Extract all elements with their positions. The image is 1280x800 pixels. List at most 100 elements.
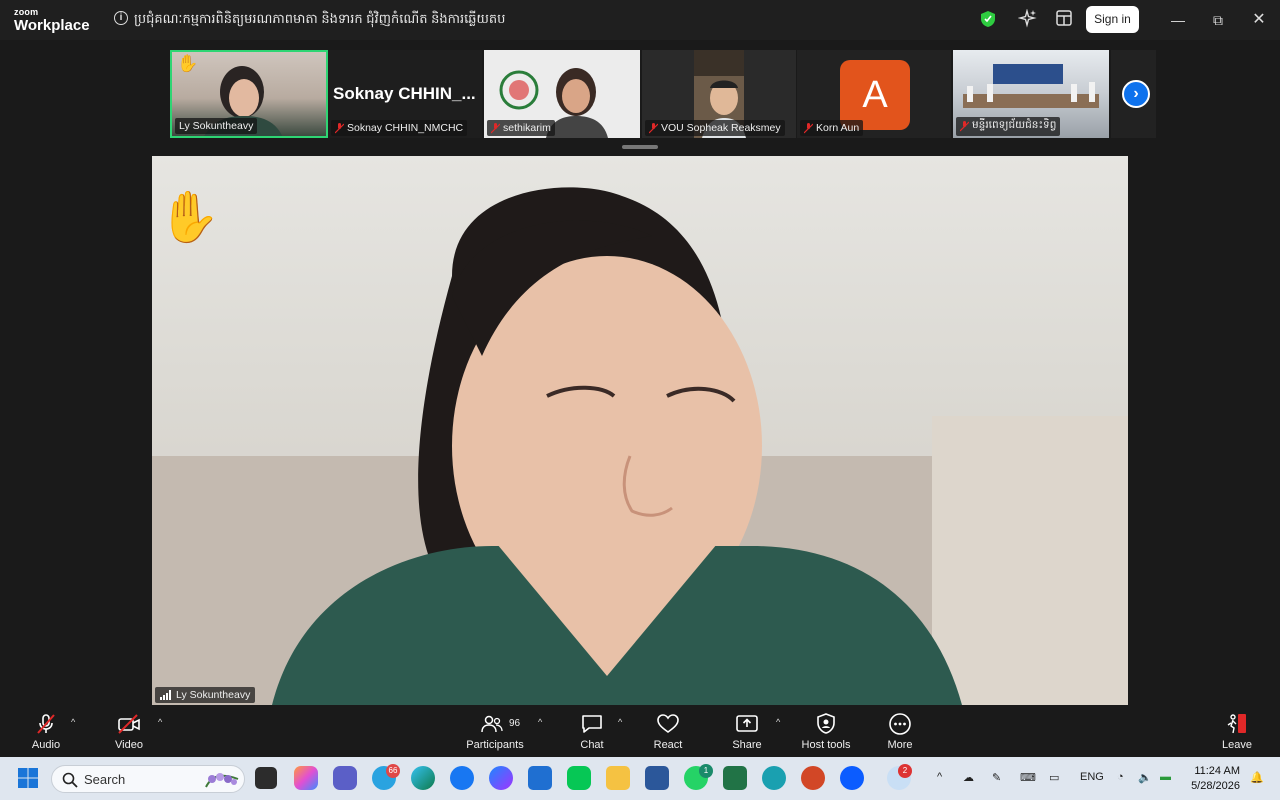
whatsapp-badge: 1: [699, 764, 713, 778]
share-options-caret[interactable]: ^: [776, 717, 780, 727]
clock-time: 11:24 AM: [1194, 765, 1240, 777]
taskbar-clock[interactable]: 11:24 AM 5/28/2026: [1188, 764, 1240, 794]
logo-big-text: Workplace: [14, 17, 90, 34]
edge-icon[interactable]: [411, 766, 435, 790]
chat-button[interactable]: Chat: [576, 712, 608, 751]
react-button[interactable]: React: [650, 712, 686, 751]
gallery-strip: ✋ Ly Sokuntheavy Soknay CHHIN_... Soknay…: [0, 40, 1280, 156]
copilot-icon[interactable]: [294, 766, 318, 790]
info-icon[interactable]: i: [114, 11, 128, 25]
video-button[interactable]: Video: [110, 712, 148, 751]
leave-button[interactable]: Leave: [1220, 712, 1254, 751]
mic-muted-icon: [491, 122, 500, 133]
line-icon[interactable]: [567, 766, 591, 790]
zoom-taskbar-icon[interactable]: [840, 766, 864, 790]
onedrive-icon[interactable]: ☁: [963, 771, 974, 784]
mic-muted-icon: [649, 122, 658, 133]
search-highlight-icon: [205, 773, 239, 788]
chat-icon: [582, 715, 602, 733]
volume-icon[interactable]: 🔈: [1138, 771, 1152, 784]
heart-icon: [657, 714, 679, 733]
participants-options-caret[interactable]: ^: [538, 717, 542, 727]
display-icon[interactable]: ▭: [1049, 771, 1059, 784]
meeting-toolbar: Audio ^ Video ^ 96 Participants ^ Chat ^: [0, 705, 1280, 757]
telegram-badge: 66: [386, 764, 400, 778]
participant-name-label: Korn Aun: [800, 120, 864, 136]
wifi-icon[interactable]: ◔: [1117, 771, 1124, 783]
mic-muted-icon: [804, 122, 813, 133]
taskbar-search-box[interactable]: Search: [51, 765, 245, 793]
share-screen-icon: [736, 715, 758, 732]
gallery-next-button[interactable]: ›: [1122, 80, 1150, 108]
shield-icon[interactable]: [980, 10, 996, 28]
participants-button[interactable]: 96 Participants: [462, 712, 528, 751]
file-explorer-icon[interactable]: [606, 766, 630, 790]
video-options-caret[interactable]: ^: [158, 717, 162, 727]
sign-in-button[interactable]: Sign in: [1086, 6, 1139, 33]
gallery-scroll-handle[interactable]: [622, 145, 658, 149]
participants-count: 96: [509, 718, 521, 729]
participant-name-label: មន្ទីរពេទ្យជ័យជំនះទិព្វ: [956, 117, 1061, 136]
participant-name-label: VOU Sopheak Reaksmey: [645, 120, 785, 136]
meeting-title: ប្រជុំគណៈកម្មការពិនិត្យមរណភាពមាតា និងទារ…: [134, 11, 506, 26]
notification-bell-icon[interactable]: 🔔: [1250, 771, 1264, 784]
microsoft-store-icon[interactable]: [528, 766, 552, 790]
weather-badge: 2: [898, 764, 912, 778]
teams-icon[interactable]: [333, 766, 357, 790]
tray-overflow-icon[interactable]: ^: [937, 771, 942, 783]
facebook-icon[interactable]: [450, 766, 474, 790]
battery-icon[interactable]: ▬: [1160, 771, 1171, 783]
zoom-logo: zoom Workplace: [14, 7, 90, 34]
clock-date: 5/28/2026: [1191, 780, 1240, 792]
app-icon[interactable]: [762, 766, 786, 790]
minimize-icon[interactable]: —: [1168, 10, 1188, 30]
leave-icon: [1227, 714, 1246, 734]
logo-small-text: zoom: [14, 7, 39, 17]
participant-tile[interactable]: sethikarim: [484, 50, 640, 138]
audio-options-caret[interactable]: ^: [71, 717, 75, 727]
shield-icon: [817, 713, 835, 734]
raised-hand-icon: ✋: [158, 189, 221, 245]
signal-bars-icon: [160, 690, 171, 700]
speaker-name-label: Ly Sokuntheavy: [155, 687, 256, 703]
excel-icon[interactable]: [723, 766, 747, 790]
participant-tile[interactable]: VOU Sopheak Reaksmey: [642, 50, 796, 138]
raised-hand-icon: ✋: [177, 54, 199, 73]
participant-name-display: Soknay CHHIN_...: [333, 84, 476, 103]
participant-name-label: sethikarim: [487, 120, 555, 136]
powerpoint-icon[interactable]: [801, 766, 825, 790]
more-icon: [889, 713, 911, 735]
more-button[interactable]: More: [883, 712, 917, 751]
mic-muted-icon: [335, 122, 344, 133]
mic-muted-icon: [37, 714, 55, 734]
participant-tile[interactable]: ✋ Ly Sokuntheavy: [170, 50, 328, 138]
host-tools-button[interactable]: Host tools: [798, 712, 854, 751]
participant-name-label: Ly Sokuntheavy: [175, 118, 258, 134]
chat-options-caret[interactable]: ^: [618, 717, 622, 727]
camera-off-icon: [118, 714, 140, 734]
windows-start-icon[interactable]: [18, 768, 38, 788]
restore-icon[interactable]: ⧉: [1208, 10, 1228, 30]
pen-icon[interactable]: ✎: [992, 771, 1001, 784]
search-icon: [62, 772, 78, 788]
participant-name-label: Soknay CHHIN_NMCHC: [331, 120, 468, 136]
participant-tile[interactable]: A Korn Aun: [797, 50, 951, 138]
participant-tile[interactable]: Soknay CHHIN_... Soknay CHHIN_NMCHC: [328, 50, 482, 138]
apps-icon[interactable]: [1056, 10, 1072, 26]
language-indicator[interactable]: ENG: [1080, 771, 1104, 783]
task-view-icon[interactable]: [255, 767, 277, 789]
main-speaker-video: ✋ Ly Sokuntheavy: [152, 156, 1128, 705]
audio-button[interactable]: Audio: [28, 712, 64, 751]
title-bar: zoom Workplace i ប្រជុំគណៈកម្មការពិនិត្យ…: [0, 0, 1280, 40]
close-icon[interactable]: ✕: [1249, 10, 1269, 30]
word-icon[interactable]: [645, 766, 669, 790]
messenger-icon[interactable]: [489, 766, 513, 790]
search-label: Search: [84, 772, 126, 787]
participant-tile[interactable]: មន្ទីរពេទ្យជ័យជំនះទិព្វ: [953, 50, 1109, 138]
windows-taskbar: Search 66 1 2 ^ ☁ ✎ ⌨ ▭ ENG ◔ 🔈 ▬ 11:24 …: [0, 757, 1280, 800]
keyboard-icon[interactable]: ⌨: [1020, 771, 1036, 784]
ai-companion-icon[interactable]: [1018, 9, 1038, 29]
speaker-video-frame: [152, 187, 1128, 705]
mic-muted-icon: [960, 121, 969, 132]
share-button[interactable]: Share: [729, 712, 765, 751]
